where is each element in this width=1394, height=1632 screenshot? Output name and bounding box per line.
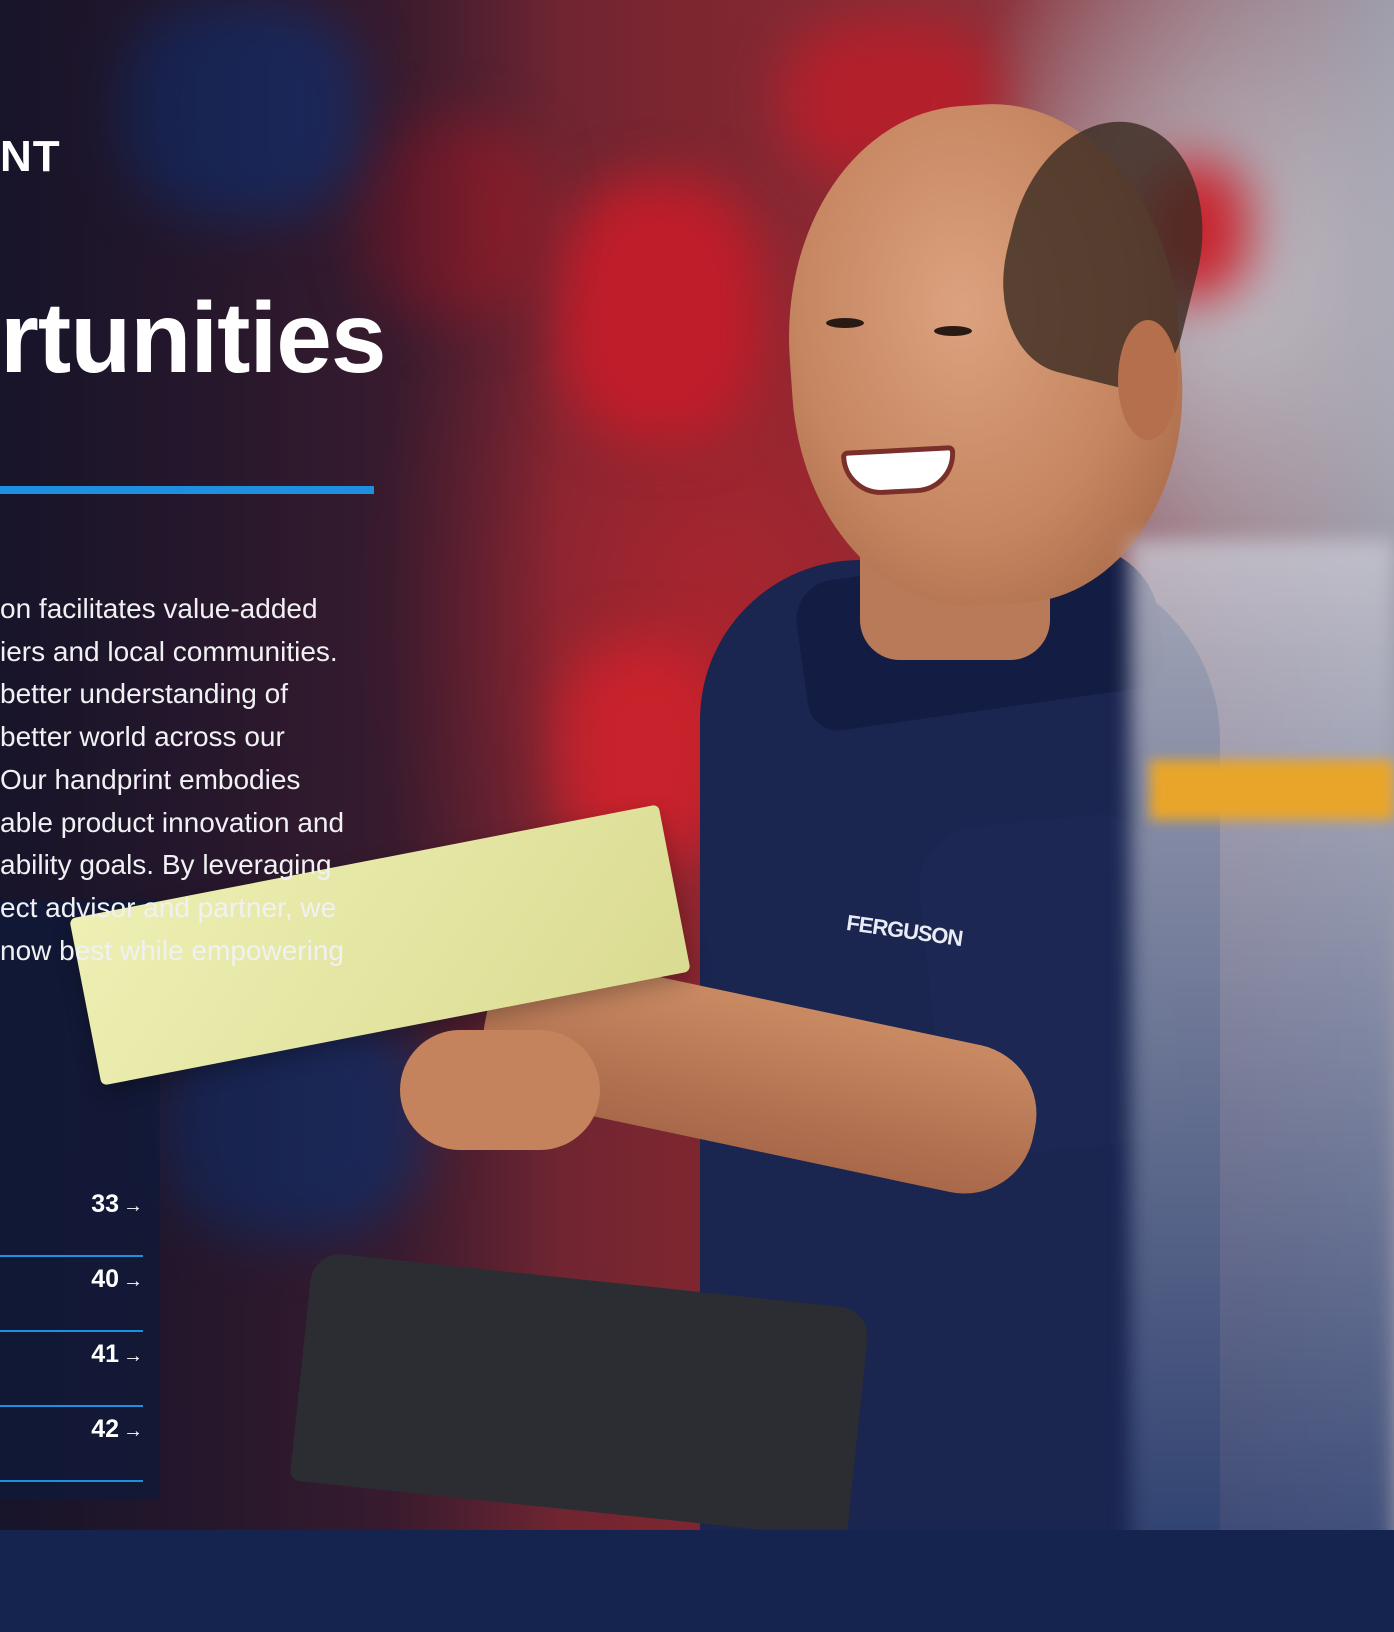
arrow-right-icon: → xyxy=(123,1195,143,1217)
store-counter xyxy=(0,1530,1394,1632)
body-line: now best while empowering xyxy=(0,934,344,966)
person-eye xyxy=(826,318,864,328)
body-line: ability goals. By leveraging xyxy=(0,849,332,881)
page-link-41[interactable]: 41 → xyxy=(91,1340,143,1369)
body-line: on facilitates value-added xyxy=(0,593,318,624)
toc-item: 41 → xyxy=(0,1340,143,1415)
body-line: ect advisor and partner, we xyxy=(0,891,337,923)
page-link-42[interactable]: 42 → xyxy=(91,1415,143,1444)
toc-item: 42 → xyxy=(0,1415,143,1490)
arrow-right-icon: → xyxy=(123,1345,143,1367)
toc-divider xyxy=(0,1480,143,1482)
page-number: 41 xyxy=(91,1340,119,1368)
body-paragraph: on facilitates value-added iers and loca… xyxy=(0,588,380,972)
body-line: better understanding of xyxy=(0,678,288,710)
body-line: Our handprint embodies xyxy=(0,763,301,795)
body-line: able product innovation and xyxy=(0,806,345,838)
page-link-40[interactable]: 40 → xyxy=(91,1265,143,1294)
person-ear xyxy=(1118,320,1178,440)
body-line: better world across our xyxy=(0,721,285,753)
toc-divider xyxy=(0,1405,143,1407)
arrow-right-icon: → xyxy=(123,1270,143,1292)
toc-divider xyxy=(0,1330,143,1332)
section-label: NT xyxy=(0,132,61,181)
person-hand xyxy=(400,1030,600,1150)
foreground-orange-band xyxy=(1150,760,1394,820)
page-headline: rtunities xyxy=(0,282,386,394)
foreground-equipment-blur xyxy=(1130,540,1394,1632)
body-line: iers and local communities. xyxy=(0,635,338,667)
page-number: 33 xyxy=(91,1190,119,1218)
page-number: 42 xyxy=(91,1415,119,1443)
page-link-33[interactable]: 33 → xyxy=(91,1190,143,1219)
toc-item: 33 → xyxy=(0,1190,143,1265)
headline-rule xyxy=(0,486,374,494)
toc-item: 40 → xyxy=(0,1265,143,1340)
page-number: 40 xyxy=(91,1265,119,1293)
page-links: 33 → 40 → 41 → 42 → xyxy=(0,1190,143,1490)
person-eye xyxy=(934,326,972,336)
arrow-right-icon: → xyxy=(123,1420,143,1442)
toc-divider xyxy=(0,1255,143,1257)
shelf-product-blur xyxy=(560,180,760,440)
